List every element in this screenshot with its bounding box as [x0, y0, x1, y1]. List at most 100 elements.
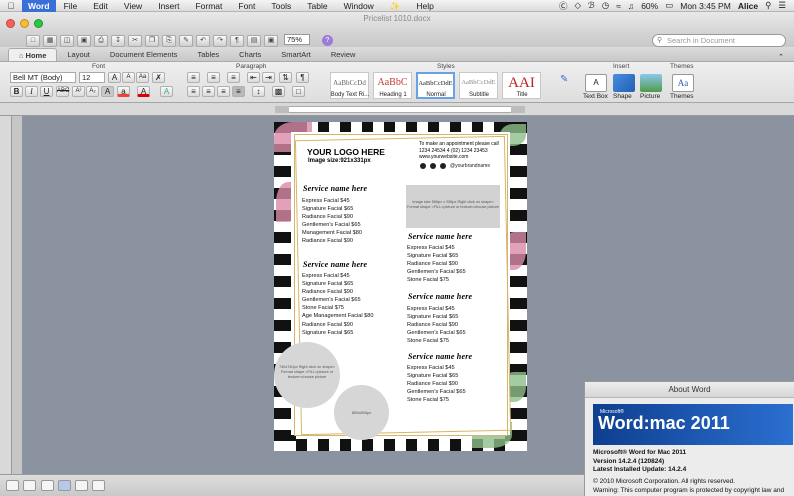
print-icon[interactable]: ⎙: [94, 35, 108, 47]
text-effects-button[interactable]: A: [101, 86, 114, 97]
battery-status[interactable]: 60%: [641, 1, 658, 11]
focus-view-button[interactable]: [92, 480, 105, 491]
bluetooth-icon[interactable]: ℬ: [588, 0, 595, 11]
text-box-label[interactable]: Text Box: [583, 93, 608, 100]
clock[interactable]: Mon 3:45 PM: [680, 1, 731, 11]
increase-indent-icon[interactable]: ⇥: [262, 72, 275, 83]
justify-icon[interactable]: ≡: [232, 86, 245, 97]
shading-icon[interactable]: ▩: [272, 86, 285, 97]
tab-charts[interactable]: Charts: [229, 48, 271, 61]
tab-smartart[interactable]: SmartArt: [271, 48, 321, 61]
skype-icon[interactable]: Ⓒ: [559, 0, 568, 12]
wifi-icon[interactable]: ≈: [616, 1, 621, 11]
menu-format[interactable]: Format: [187, 0, 230, 12]
show-formatting-icon[interactable]: ¶: [296, 72, 309, 83]
italic-button[interactable]: I: [25, 86, 38, 97]
copy-icon[interactable]: ❐: [145, 35, 159, 47]
about-dialog-title[interactable]: About Word: [585, 382, 794, 398]
image-placeholder[interactable]: Image size 565px x 255px Right click on …: [406, 185, 500, 228]
themes-icon[interactable]: Aa: [672, 74, 694, 92]
print-layout-view-button[interactable]: [58, 480, 71, 491]
clear-formatting-icon[interactable]: ✗: [152, 72, 165, 83]
publishing-view-button[interactable]: [41, 480, 54, 491]
vertical-ruler[interactable]: [0, 116, 12, 474]
font-name-select[interactable]: Bell MT (Body): [10, 72, 76, 83]
menu-help[interactable]: Help: [408, 0, 441, 12]
tab-tables[interactable]: Tables: [187, 48, 229, 61]
notification-center-icon[interactable]: ☰: [778, 0, 786, 11]
show-paragraph-icon[interactable]: ¶: [230, 35, 244, 47]
numbering-icon[interactable]: ≡: [207, 72, 220, 83]
shrink-font-icon[interactable]: A: [122, 72, 135, 83]
redo-icon[interactable]: ↷: [213, 35, 227, 47]
volume-icon[interactable]: ♫: [628, 1, 634, 11]
menu-edit[interactable]: Edit: [85, 0, 116, 12]
battery-icon[interactable]: ▭: [665, 0, 673, 11]
circle-image-placeholder[interactable]: 800x800px: [334, 385, 389, 440]
menu-view[interactable]: View: [116, 0, 150, 12]
menu-file[interactable]: File: [56, 0, 86, 12]
document-page[interactable]: YOUR LOGO HERE Image size:921x331px To m…: [274, 122, 527, 451]
picture-label[interactable]: Picture: [640, 93, 660, 100]
user-name[interactable]: Alice: [738, 1, 758, 11]
menu-font[interactable]: Font: [230, 0, 263, 12]
shape-label[interactable]: Shape: [613, 93, 632, 100]
picture-icon[interactable]: [640, 74, 662, 92]
tab-home[interactable]: ⌂ Home: [8, 48, 58, 61]
horizontal-ruler[interactable]: [0, 103, 794, 116]
decrease-indent-icon[interactable]: ⇤: [247, 72, 260, 83]
zoom-select[interactable]: 75%: [284, 34, 310, 45]
time-machine-icon[interactable]: ◷: [602, 0, 609, 11]
new-doc-icon[interactable]: □: [26, 35, 40, 47]
tab-layout[interactable]: Layout: [57, 48, 100, 61]
templates-icon[interactable]: ▦: [43, 35, 57, 47]
paste-icon[interactable]: ⎘: [162, 35, 176, 47]
help-icon[interactable]: ?: [322, 35, 333, 46]
menu-window[interactable]: Window: [336, 0, 382, 12]
app-menu[interactable]: Word: [22, 0, 56, 12]
search-input[interactable]: ⚲ Search in Document: [652, 34, 786, 47]
apple-menu-icon[interactable]: : [0, 1, 22, 11]
notebook-view-button[interactable]: [75, 480, 88, 491]
open-icon[interactable]: ◫: [60, 35, 74, 47]
font-size-select[interactable]: 12: [79, 72, 105, 83]
align-left-icon[interactable]: ≡: [187, 86, 200, 97]
draft-view-button[interactable]: [6, 480, 19, 491]
font-color-button[interactable]: A: [137, 86, 150, 97]
text-glow-button[interactable]: A: [160, 86, 173, 97]
import-icon[interactable]: ↧: [111, 35, 125, 47]
tab-review[interactable]: Review: [321, 48, 366, 61]
underline-button[interactable]: U: [40, 86, 53, 97]
cut-icon[interactable]: ✂: [128, 35, 142, 47]
change-case-icon[interactable]: Aa: [136, 72, 149, 83]
outline-view-button[interactable]: [23, 480, 36, 491]
sort-icon[interactable]: ⇅: [279, 72, 292, 83]
spotlight-icon[interactable]: ⚲: [765, 0, 771, 11]
script-menu-icon[interactable]: ✨: [382, 0, 409, 12]
text-highlight-button[interactable]: a: [117, 86, 130, 97]
media-browser-icon[interactable]: ▣: [264, 35, 278, 47]
sidebar-icon[interactable]: ▤: [247, 35, 261, 47]
circle-image-placeholder[interactable]: 740x740px Right click on shape> Format s…: [274, 342, 340, 408]
shape-icon[interactable]: [613, 74, 635, 92]
menu-insert[interactable]: Insert: [150, 0, 187, 12]
superscript-button[interactable]: A²: [72, 86, 85, 97]
line-spacing-icon[interactable]: ↕: [252, 86, 265, 97]
strikethrough-button[interactable]: ABC: [56, 86, 69, 97]
subscript-button[interactable]: A₂: [86, 86, 99, 97]
themes-label[interactable]: Themes: [670, 93, 693, 100]
align-right-icon[interactable]: ≡: [217, 86, 230, 97]
styles-pane-icon[interactable]: ✎: [560, 74, 568, 85]
menu-table[interactable]: Table: [299, 0, 335, 12]
dropbox-icon[interactable]: ◇: [575, 0, 582, 11]
ribbon-collapse-icon[interactable]: ⌃: [778, 53, 784, 61]
align-center-icon[interactable]: ≡: [202, 86, 215, 97]
tab-document-elements[interactable]: Document Elements: [100, 48, 188, 61]
format-painter-icon[interactable]: ✎: [179, 35, 193, 47]
undo-icon[interactable]: ↶: [196, 35, 210, 47]
save-icon[interactable]: ▣: [77, 35, 91, 47]
grow-font-icon[interactable]: A: [108, 72, 121, 83]
menu-tools[interactable]: Tools: [263, 0, 299, 12]
bold-button[interactable]: B: [10, 86, 23, 97]
bullets-icon[interactable]: ≡: [187, 72, 200, 83]
